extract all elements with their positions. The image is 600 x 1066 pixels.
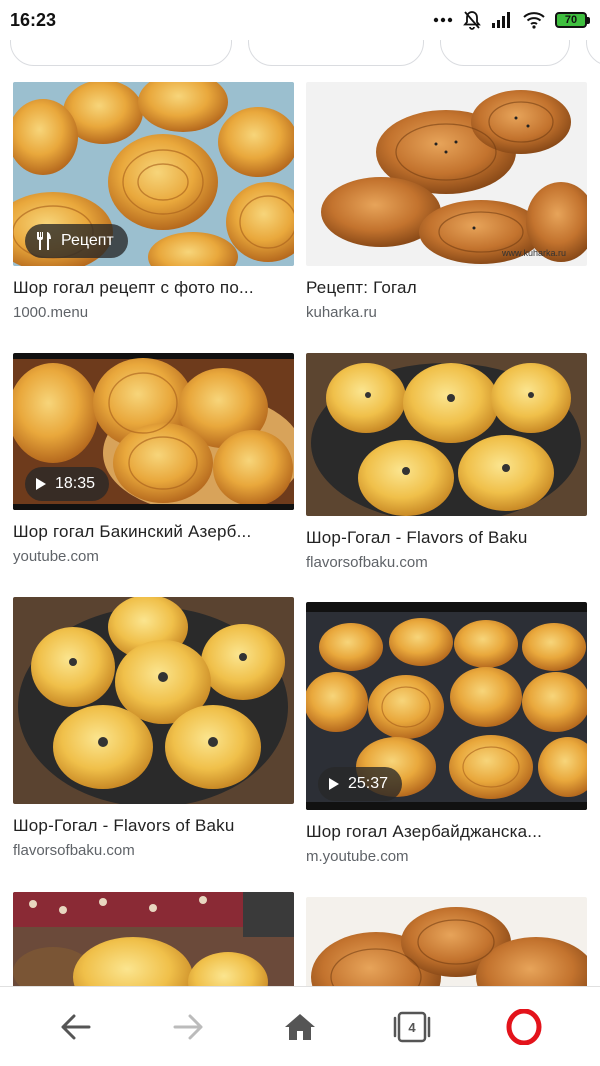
opera-menu-button[interactable] [484,987,564,1066]
result-source: youtube.com [13,548,99,565]
result-thumbnail[interactable]: www.kuharka.ru [306,82,587,266]
result-source: kuharka.ru [306,304,377,321]
tabs-icon: 4 [393,1011,431,1042]
more-dots-icon [433,17,453,23]
fork-knife-icon [35,231,53,251]
result-title[interactable]: Шор гогал Азербайджанска... [306,822,587,842]
home-button[interactable] [260,987,340,1066]
filter-chips-row [0,40,600,66]
image-result-card[interactable]: 18:35 Шор гогал Бакинский Азерб... youtu… [13,353,294,565]
status-icons: 70 [433,10,590,30]
tabs-button[interactable]: 4 [372,987,452,1066]
result-source: flavorsofbaku.com [13,842,135,859]
result-thumbnail[interactable]: Рецепт [13,82,294,266]
video-duration-badge: 25:37 [318,767,403,801]
result-source: flavorsofbaku.com [306,554,428,571]
result-thumbnail[interactable] [13,597,294,804]
image-result-card[interactable]: Шор-Гогал - Flavors of Baku flavorsofbak… [306,353,587,571]
play-icon [35,477,47,491]
back-button[interactable] [36,987,116,1066]
result-source: m.youtube.com [306,848,409,865]
badge-label: 25:37 [348,775,389,792]
result-title[interactable]: Шор-Гогал - Flavors of Baku [306,528,587,548]
result-title[interactable]: Рецепт: Гогал [306,278,587,298]
result-thumbnail[interactable] [306,353,587,516]
result-source: 1000.menu [13,304,89,321]
result-title[interactable]: Шор гогал Бакинский Азерб... [13,522,294,542]
image-result-card[interactable]: Рецепт Шор гогал рецепт с фото по... 100… [13,82,294,321]
battery-level: 70 [555,12,587,28]
forward-arrow-icon [173,1014,203,1039]
recipe-badge: Рецепт [25,224,128,258]
opera-menu-icon [506,1008,542,1045]
filter-chip[interactable] [440,40,570,66]
status-bar: 16:23 70 [0,0,600,40]
status-time: 16:23 [10,9,57,30]
filter-chip[interactable] [586,40,600,66]
result-thumbnail[interactable] [13,892,294,986]
image-result-card[interactable] [13,892,294,986]
svg-text:www.kuharka.ru: www.kuharka.ru [501,248,566,258]
home-icon [285,1013,315,1040]
video-duration-badge: 18:35 [25,467,110,501]
image-result-card[interactable] [306,897,587,986]
muted-bell-icon [463,10,481,30]
image-result-card[interactable]: Шор-Гогал - Flavors of Baku flavorsofbak… [13,597,294,859]
filter-chip[interactable] [248,40,424,66]
play-icon [328,777,340,791]
wifi-icon [523,11,545,29]
result-thumbnail[interactable]: 25:37 [306,602,587,810]
back-arrow-icon [61,1014,91,1039]
result-title[interactable]: Шор гогал рецепт с фото по... [13,278,294,298]
result-thumbnail[interactable]: 18:35 [13,353,294,510]
signal-icon [491,11,513,29]
image-result-card[interactable]: www.kuharka.ru Рецепт: Гогал kuharka.ru [306,82,587,321]
tabs-count: 4 [408,1020,416,1035]
image-result-card[interactable]: 25:37 Шор гогал Азербайджанска... m.yout… [306,602,587,865]
result-title[interactable]: Шор-Гогал - Flavors of Baku [13,816,294,836]
result-thumbnail[interactable] [306,897,587,986]
bottom-navigation-bar: 4 [0,986,600,1066]
filter-chip[interactable] [10,40,232,66]
badge-label: 18:35 [55,475,96,492]
badge-label: Рецепт [61,232,114,249]
forward-button[interactable] [148,987,228,1066]
battery-icon: 70 [555,12,590,28]
